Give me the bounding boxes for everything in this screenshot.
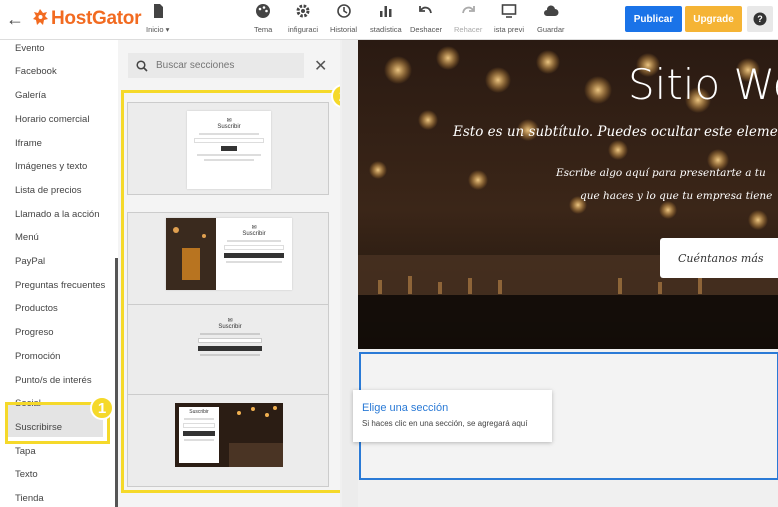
section-type-item[interactable]: Promoción [15, 351, 60, 362]
help-button[interactable]: ? [747, 6, 773, 32]
hero-section[interactable]: Sitio We Esto es un subtítulo. Puedes oc… [358, 40, 778, 349]
section-type-item[interactable]: Evento [15, 43, 45, 54]
gear-icon [296, 4, 310, 18]
section-type-item[interactable]: Preguntas frecuentes [15, 280, 105, 291]
undo-icon [419, 6, 432, 14]
section-type-item[interactable]: Punto/s de interés [15, 375, 92, 386]
hero-paragraph-line-2[interactable]: que haces y lo que tu empresa tiene [580, 190, 772, 202]
section-type-item[interactable]: Galería [15, 90, 46, 101]
section-type-item[interactable]: Texto [15, 469, 38, 480]
hero-subtitle[interactable]: Esto es un subtítulo. Puedes ocultar est… [453, 124, 778, 140]
tool-redo[interactable]: Rehacer [454, 3, 482, 34]
search-box[interactable] [128, 53, 304, 78]
palette-icon [256, 4, 271, 18]
top-toolbar: ← HostGator Inicio ▾ Tema infiguraci His… [0, 0, 778, 40]
highlight-box-2 [121, 90, 345, 493]
section-type-item[interactable]: Tienda [15, 493, 44, 504]
drop-zone-tooltip: Elige una sección Si haces clic en una s… [353, 390, 552, 442]
step-badge-1: 1 [90, 396, 114, 420]
section-type-item[interactable]: Iframe [15, 138, 42, 149]
monitor-icon [501, 4, 517, 18]
hero-cta-button[interactable]: Cuéntanos más [660, 238, 778, 278]
tooltip-title: Elige una sección [362, 402, 449, 414]
tool-settings[interactable]: infiguraci [288, 3, 318, 34]
page-icon [153, 4, 163, 18]
close-icon[interactable]: ✕ [314, 56, 327, 76]
redo-icon [462, 6, 476, 14]
section-type-item[interactable]: Llamado a la acción [15, 209, 100, 220]
gator-logo-icon [33, 9, 48, 25]
hostgator-logo[interactable]: HostGator [32, 8, 142, 30]
tooltip-body: Si haces clic en una sección, se agregar… [362, 419, 528, 428]
stats-icon [379, 6, 392, 17]
section-type-item[interactable]: Productos [15, 303, 58, 314]
section-type-item[interactable]: Facebook [15, 66, 57, 77]
canvas-bottom [358, 480, 778, 507]
hero-title[interactable]: Sitio We [628, 60, 778, 109]
search-input[interactable] [156, 60, 296, 71]
upgrade-button[interactable]: Upgrade [685, 6, 742, 32]
tool-history[interactable]: Historial [330, 3, 357, 34]
tool-home[interactable]: Inicio ▾ [146, 3, 169, 34]
tool-theme[interactable]: Tema [254, 3, 272, 34]
section-type-item[interactable]: PayPal [15, 256, 45, 267]
tool-preview[interactable]: ista previ [494, 3, 524, 34]
search-icon [136, 59, 148, 72]
section-type-item[interactable]: Horario comercial [15, 114, 89, 125]
section-type-item[interactable]: Menú [15, 232, 39, 243]
tool-undo[interactable]: Deshacer [410, 3, 442, 34]
section-type-item[interactable]: Tapa [15, 446, 36, 457]
section-type-item[interactable]: Lista de precios [15, 185, 82, 196]
cloud-icon [543, 5, 559, 16]
logo-text: HostGator [51, 8, 142, 29]
tool-save[interactable]: Guardar [537, 3, 565, 34]
hero-paragraph-line-1[interactable]: Escribe algo aquí para presentarte a tu [556, 167, 766, 179]
section-type-item[interactable]: Progreso [15, 327, 54, 338]
section-type-item[interactable]: Imágenes y texto [15, 161, 87, 172]
publish-button[interactable]: Publicar [625, 6, 682, 32]
tool-stats[interactable]: stadística [370, 3, 402, 34]
arrow-left-icon[interactable]: ← [6, 9, 24, 30]
history-icon [336, 4, 351, 18]
